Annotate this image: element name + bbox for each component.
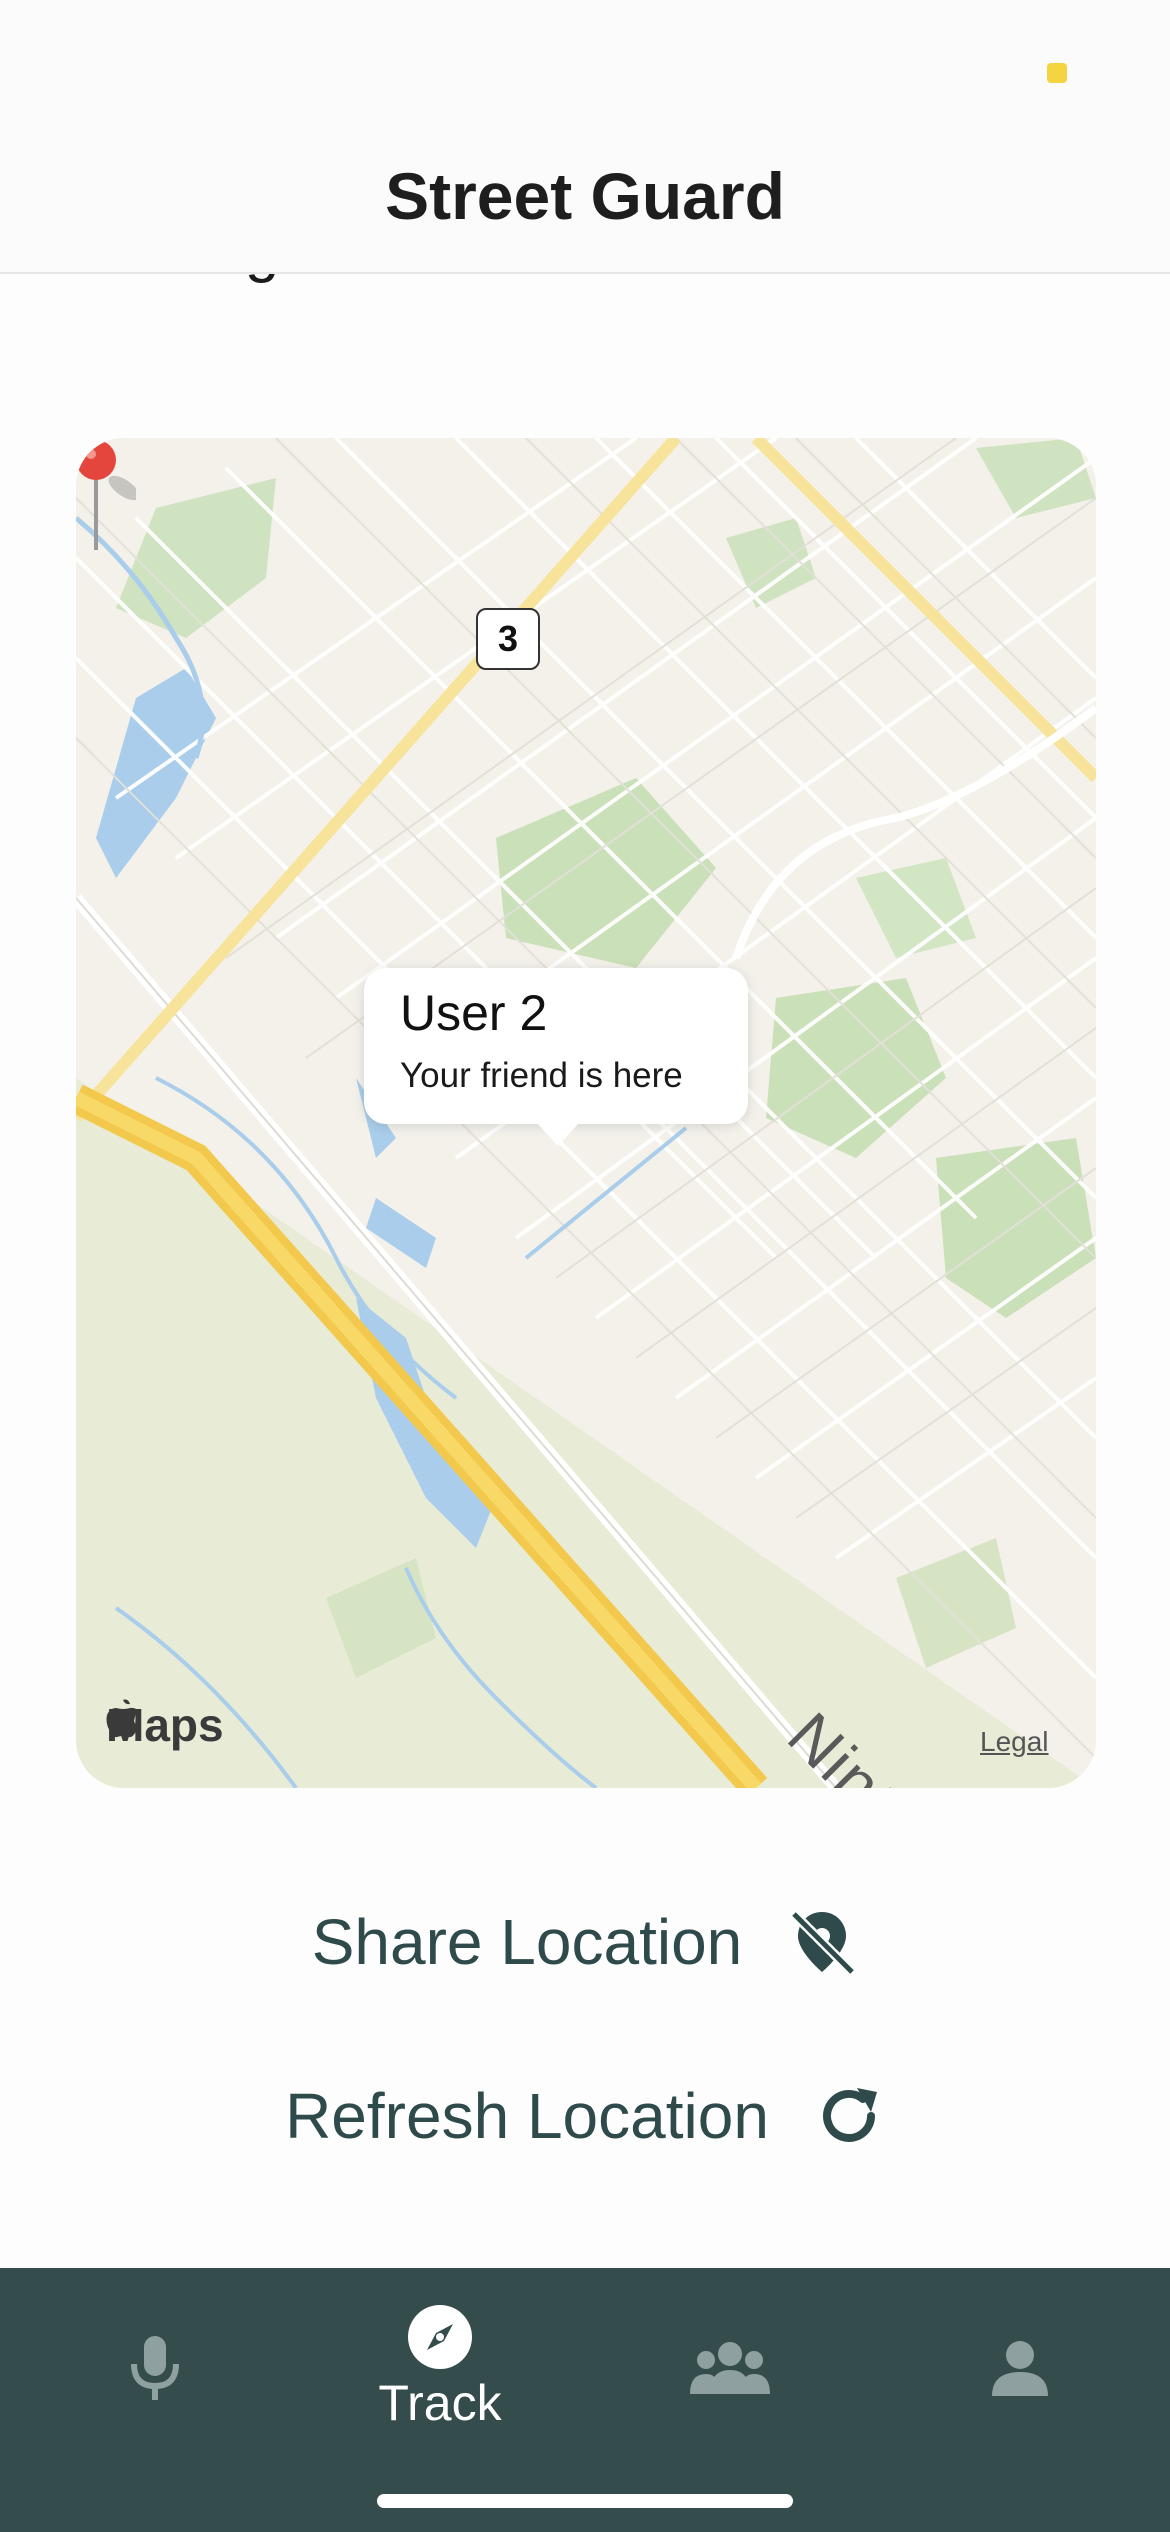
recording-indicator xyxy=(1047,63,1067,83)
tab-track[interactable]: Track xyxy=(360,2268,520,2468)
page-title: Street Guard xyxy=(385,159,785,233)
refresh-location-button[interactable]: Refresh Location xyxy=(0,2056,1170,2176)
tab-bar: Track xyxy=(0,2268,1170,2532)
tab-record[interactable] xyxy=(95,2268,215,2468)
legal-link[interactable]: Legal xyxy=(980,1726,1049,1758)
maps-attribution: Maps xyxy=(106,1698,224,1752)
refresh-icon xyxy=(822,2088,877,2142)
callout-title: User 2 xyxy=(400,985,548,1041)
microphone-icon xyxy=(131,2336,179,2400)
home-indicator[interactable] xyxy=(377,2494,793,2508)
navigation-header: Street Guard xyxy=(0,150,1170,274)
map-view[interactable]: 3 User 2 Your friend is here Ninth L Map… xyxy=(76,438,1096,1788)
callout-subtitle: Your friend is here xyxy=(400,1056,683,1095)
location-off-icon xyxy=(790,1910,856,1976)
share-location-button[interactable]: Share Location xyxy=(0,1882,1170,2002)
tab-track-label: Track xyxy=(378,2375,502,2431)
tab-profile[interactable] xyxy=(970,2268,1070,2468)
location-callout[interactable]: User 2 Your friend is here xyxy=(364,968,748,1146)
content-scroll-area[interactable]: sharing. xyxy=(0,272,1170,2268)
share-location-label: Share Location xyxy=(311,1906,743,1978)
group-icon xyxy=(690,2342,770,2394)
person-icon xyxy=(992,2341,1048,2396)
status-bar xyxy=(0,0,1170,150)
apple-logo-icon xyxy=(106,1699,139,1738)
tab-friends[interactable] xyxy=(680,2268,780,2468)
map-pin-icon[interactable] xyxy=(76,438,136,558)
route-shield: 3 xyxy=(476,608,540,670)
compass-icon xyxy=(408,2305,472,2369)
refresh-location-label: Refresh Location xyxy=(285,2080,769,2152)
